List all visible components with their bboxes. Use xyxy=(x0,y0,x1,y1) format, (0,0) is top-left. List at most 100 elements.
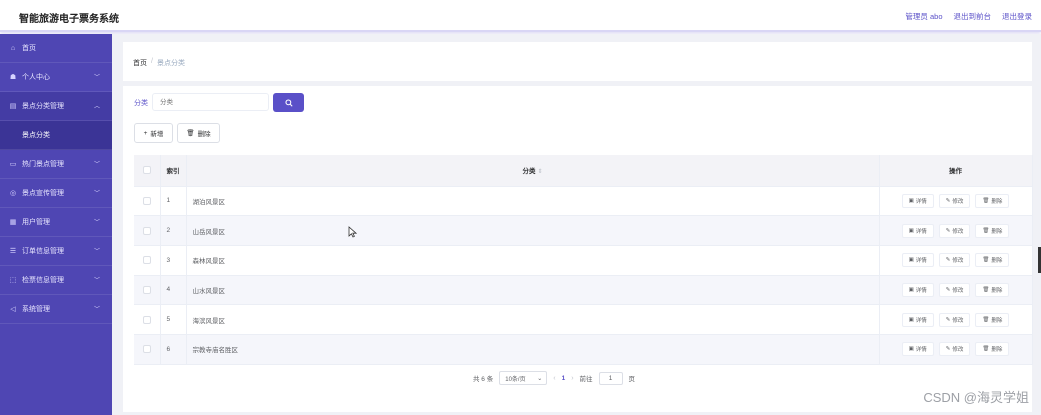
detail-icon: ▣ xyxy=(908,257,914,264)
table-row[interactable]: 5 海滨风景区 ▣ 详情 ✎ 修改 🗑 删除 xyxy=(134,304,1033,335)
chevron-down-icon: ﹀ xyxy=(93,249,100,255)
sidebar-item-orders[interactable]: ☰ 订单信息管理 ﹀ xyxy=(0,237,112,266)
detail-button[interactable]: ▣ 详情 xyxy=(901,342,934,357)
sidebar-item-users[interactable]: ▦ 用户管理 ﹀ xyxy=(0,208,112,237)
trash-icon: 🗑 xyxy=(982,346,990,353)
table-row[interactable]: 6 宗教寺庙名胜区 ▣ 详情 ✎ 修改 🗑 删除 xyxy=(134,334,1033,365)
sidebar-item-promotion[interactable]: ◎ 景点宣传管理 ﹀ xyxy=(0,179,112,208)
detail-button[interactable]: ▣ 详情 xyxy=(901,193,934,208)
trash-icon: 🗑 xyxy=(982,227,990,234)
app-title: 智能旅游电子票务系统 xyxy=(19,14,119,25)
breadcrumb-separator: / xyxy=(151,58,153,65)
edit-button[interactable]: ✎ 修改 xyxy=(938,312,971,327)
chevron-down-icon: ﹀ xyxy=(93,162,100,168)
edit-button[interactable]: ✎ 修改 xyxy=(938,253,971,268)
breadcrumb-home[interactable]: 首页 xyxy=(133,58,147,68)
row-checkbox[interactable] xyxy=(143,285,151,294)
delete-button[interactable]: 🗑 删除 xyxy=(975,253,1010,268)
search-button[interactable] xyxy=(273,93,304,112)
category-table: 索引 分类 ⇕ 操作 1 湖泊风景区 ▣ 详情 ✎ 修改 🗑 删除 2 山岳风景区 ▣ 详情 ✎ 修改 🗑 删除… xyxy=(134,155,1033,365)
edit-icon: ✎ xyxy=(945,316,951,323)
prev-page-icon[interactable]: ‹ xyxy=(553,375,555,382)
user-icon: ☗ xyxy=(9,74,17,81)
row-index: 3 xyxy=(160,245,187,276)
select-all-checkbox[interactable] xyxy=(143,166,151,175)
home-icon: ⌂ xyxy=(10,44,16,52)
sidebar-item-label: 系统管理 xyxy=(22,306,50,313)
main-content: 首页 / 景点分类 分类 + 新增 🗑 删除 xyxy=(112,34,1041,415)
sidebar-item-tickets[interactable]: ⬚ 检票信息管理 ﹀ xyxy=(0,266,112,295)
page-number-current[interactable]: 1 xyxy=(562,375,566,382)
row-category-name: 山水风景区 xyxy=(186,275,880,306)
sidebar-item-hot-spots[interactable]: ▭ 热门景点管理 ﹀ xyxy=(0,150,112,179)
breadcrumb-current: 景点分类 xyxy=(156,60,185,67)
detail-button-label: 详情 xyxy=(915,287,927,294)
logout-link[interactable]: 退出登录 xyxy=(1002,11,1032,22)
detail-button-label: 详情 xyxy=(915,258,927,265)
edit-button[interactable]: ✎ 修改 xyxy=(938,282,971,297)
edit-button[interactable]: ✎ 修改 xyxy=(938,342,971,357)
sidebar-item-label: 用户管理 xyxy=(22,219,50,226)
add-button[interactable]: + 新增 xyxy=(134,123,173,143)
row-index: 6 xyxy=(160,334,187,365)
detail-button[interactable]: ▣ 详情 xyxy=(901,312,934,327)
search-input[interactable] xyxy=(152,93,269,111)
delete-button[interactable]: 🗑 删除 xyxy=(975,193,1010,208)
sort-icon[interactable]: ⇕ xyxy=(537,169,542,175)
edit-button[interactable]: ✎ 修改 xyxy=(938,193,971,208)
row-checkbox-cell xyxy=(134,304,161,335)
table-row[interactable]: 4 山水风景区 ▣ 详情 ✎ 修改 🗑 删除 xyxy=(134,275,1033,306)
chevron-down-icon: ﹀ xyxy=(93,307,100,313)
row-checkbox[interactable] xyxy=(143,345,151,354)
back-to-front-link[interactable]: 退出到前台 xyxy=(954,11,992,22)
goto-page-input[interactable] xyxy=(598,371,623,385)
delete-button[interactable]: 🗑 删除 xyxy=(975,312,1010,327)
row-checkbox[interactable] xyxy=(143,196,151,205)
batch-delete-button[interactable]: 🗑 删除 xyxy=(177,123,220,143)
delete-button[interactable]: 🗑 删除 xyxy=(975,282,1010,297)
header-actions: 操作 xyxy=(879,155,1033,187)
row-index: 4 xyxy=(160,275,187,306)
edit-button-label: 修改 xyxy=(952,287,964,294)
row-checkbox-cell xyxy=(134,215,161,246)
delete-button-label: 删除 xyxy=(991,198,1003,205)
row-checkbox[interactable] xyxy=(143,256,151,265)
edit-icon: ✎ xyxy=(945,257,951,264)
edit-button[interactable]: ✎ 修改 xyxy=(938,223,971,238)
sidebar-item-profile[interactable]: ☗ 个人中心 ﹀ xyxy=(0,63,112,92)
delete-button[interactable]: 🗑 删除 xyxy=(975,223,1010,238)
next-page-icon[interactable]: › xyxy=(571,375,573,382)
detail-button[interactable]: ▣ 详情 xyxy=(901,282,934,297)
breadcrumb-bar: 首页 / 景点分类 xyxy=(123,42,1032,81)
row-checkbox[interactable] xyxy=(143,315,151,324)
sidebar-subitem-category[interactable]: 景点分类 xyxy=(0,121,112,150)
table-row[interactable]: 3 森林风景区 ▣ 详情 ✎ 修改 🗑 删除 xyxy=(134,245,1033,276)
detail-button-label: 详情 xyxy=(915,228,927,235)
row-index: 1 xyxy=(160,186,187,217)
table-row[interactable]: 1 湖泊风景区 ▣ 详情 ✎ 修改 🗑 删除 xyxy=(134,186,1033,217)
row-checkbox[interactable] xyxy=(143,226,151,235)
sidebar-item-home[interactable]: ⌂ 首页 xyxy=(0,34,112,63)
sidebar: ⌂ 首页 ☗ 个人中心 ﹀ ▤ 景点分类管理 ︿ 景点分类 ▭ 热门景点管理 ﹀… xyxy=(0,34,112,415)
page-size-value: 10条/页 xyxy=(505,376,526,383)
delete-button[interactable]: 🗑 删除 xyxy=(975,342,1010,357)
detail-button[interactable]: ▣ 详情 xyxy=(901,253,934,268)
detail-button[interactable]: ▣ 详情 xyxy=(901,223,934,238)
trash-icon: 🗑 xyxy=(982,257,990,264)
sidebar-item-category-mgmt[interactable]: ▤ 景点分类管理 ︿ xyxy=(0,92,112,121)
sidebar-item-system[interactable]: ◁ 系统管理 ﹀ xyxy=(0,295,112,324)
header-category[interactable]: 分类 ⇕ xyxy=(186,155,880,187)
page-size-select[interactable]: 10条/页 ⌄ xyxy=(499,371,548,385)
row-category-name: 宗教寺庙名胜区 xyxy=(186,334,880,365)
trash-icon: 🗑 xyxy=(982,316,990,323)
delete-button-label: 删除 xyxy=(991,228,1003,235)
add-button-label: 新增 xyxy=(150,131,164,138)
trash-icon: 🗑 xyxy=(982,286,990,293)
goto-prefix: 前往 xyxy=(579,376,593,383)
table-row[interactable]: 2 山岳风景区 ▣ 详情 ✎ 修改 🗑 删除 xyxy=(134,215,1033,246)
watermark: CSDN @海灵学姐 xyxy=(923,390,1029,405)
row-actions: ▣ 详情 ✎ 修改 🗑 删除 xyxy=(879,215,1033,246)
admin-name: 管理员 abo xyxy=(905,12,943,21)
detail-icon: ▣ xyxy=(908,316,914,323)
header-index: 索引 xyxy=(160,155,187,187)
